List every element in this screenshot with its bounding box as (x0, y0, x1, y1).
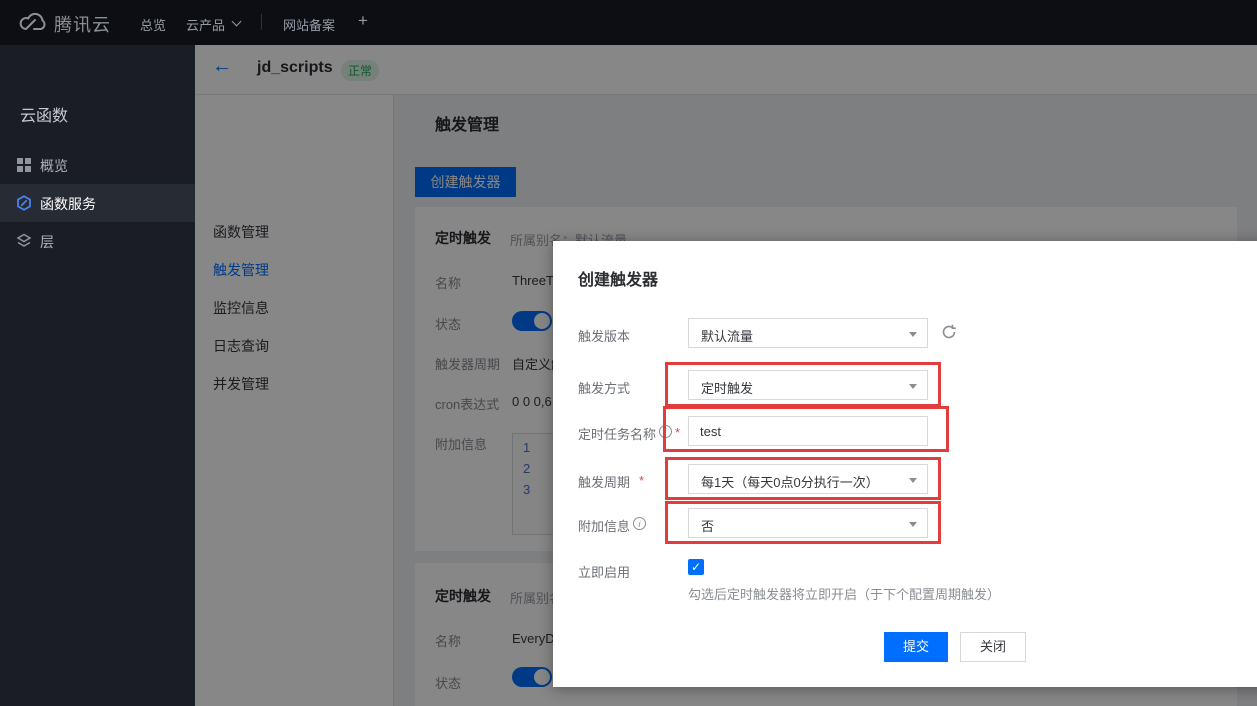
field-label: 定时任务名称 (578, 424, 656, 443)
field-label: 触发版本 (578, 326, 630, 345)
top-navbar: 腾讯云 总览 云产品 网站备案 + (0, 0, 1257, 45)
chevron-down-icon (232, 17, 242, 27)
select-caret-icon (909, 522, 917, 527)
sidebar-item-function-service[interactable]: 函数服务 (0, 184, 195, 222)
field-label: 附加信息 (578, 516, 630, 535)
sidebar-item-layers[interactable]: 层 (0, 222, 195, 260)
info-icon[interactable]: i (633, 517, 646, 530)
sidebar-item-label: 概览 (40, 156, 68, 176)
screen: 腾讯云 总览 云产品 网站备案 + 云函数 概览 函数服务 (0, 0, 1257, 706)
select-caret-icon (909, 384, 917, 389)
nav-add-tab-button[interactable]: + (358, 11, 368, 31)
grid-icon (16, 157, 32, 173)
nav-products[interactable]: 云产品 (186, 15, 225, 34)
trigger-method-select[interactable]: 定时触发 (688, 370, 928, 400)
required-asterisk: * (639, 473, 644, 488)
timer-task-name-input[interactable] (688, 416, 928, 446)
sidebar-item-label: 层 (40, 232, 54, 252)
trigger-version-select[interactable]: 默认流量 (688, 318, 928, 348)
select-caret-icon (909, 332, 917, 337)
enable-now-checkbox-checked[interactable]: ✓ (688, 559, 704, 575)
logo-text[interactable]: 腾讯云 (54, 11, 111, 37)
modal-title: 创建触发器 (578, 266, 658, 290)
trigger-cycle-select[interactable]: 每1天（每天0点0分执行一次） (688, 464, 928, 494)
function-service-icon (16, 195, 32, 211)
info-icon[interactable]: i (659, 425, 672, 438)
select-value: 每1天（每天0点0分执行一次） (701, 472, 879, 491)
field-label: 触发方式 (578, 378, 630, 397)
tencent-cloud-logo-icon[interactable] (16, 10, 48, 34)
refresh-icon[interactable] (941, 324, 957, 340)
field-label: 立即启用 (578, 562, 630, 581)
select-value: 否 (701, 516, 714, 535)
sidebar-title: 云函数 (20, 102, 68, 126)
submit-button[interactable]: 提交 (884, 632, 948, 662)
extra-info-select[interactable]: 否 (688, 508, 928, 538)
layers-icon (16, 233, 32, 249)
create-trigger-modal: 创建触发器 触发版本 默认流量 触发方式 定时触发 定时任务名称 i * 触发周… (553, 241, 1257, 687)
nav-divider (261, 14, 262, 30)
field-label: 触发周期 (578, 472, 630, 491)
select-value: 默认流量 (701, 326, 753, 345)
product-sidebar: 云函数 概览 函数服务 层 (0, 45, 195, 706)
close-button[interactable]: 关闭 (960, 632, 1026, 662)
sidebar-item-overview[interactable]: 概览 (0, 146, 195, 184)
nav-beian[interactable]: 网站备案 (283, 15, 335, 34)
select-caret-icon (909, 478, 917, 483)
select-value: 定时触发 (701, 378, 753, 397)
sidebar-item-label: 函数服务 (40, 194, 96, 214)
required-asterisk: * (675, 425, 680, 440)
enable-now-helper-text: 勾选后定时触发器将立即开启（于下个配置周期触发） (688, 584, 1000, 603)
nav-overview[interactable]: 总览 (140, 15, 166, 34)
